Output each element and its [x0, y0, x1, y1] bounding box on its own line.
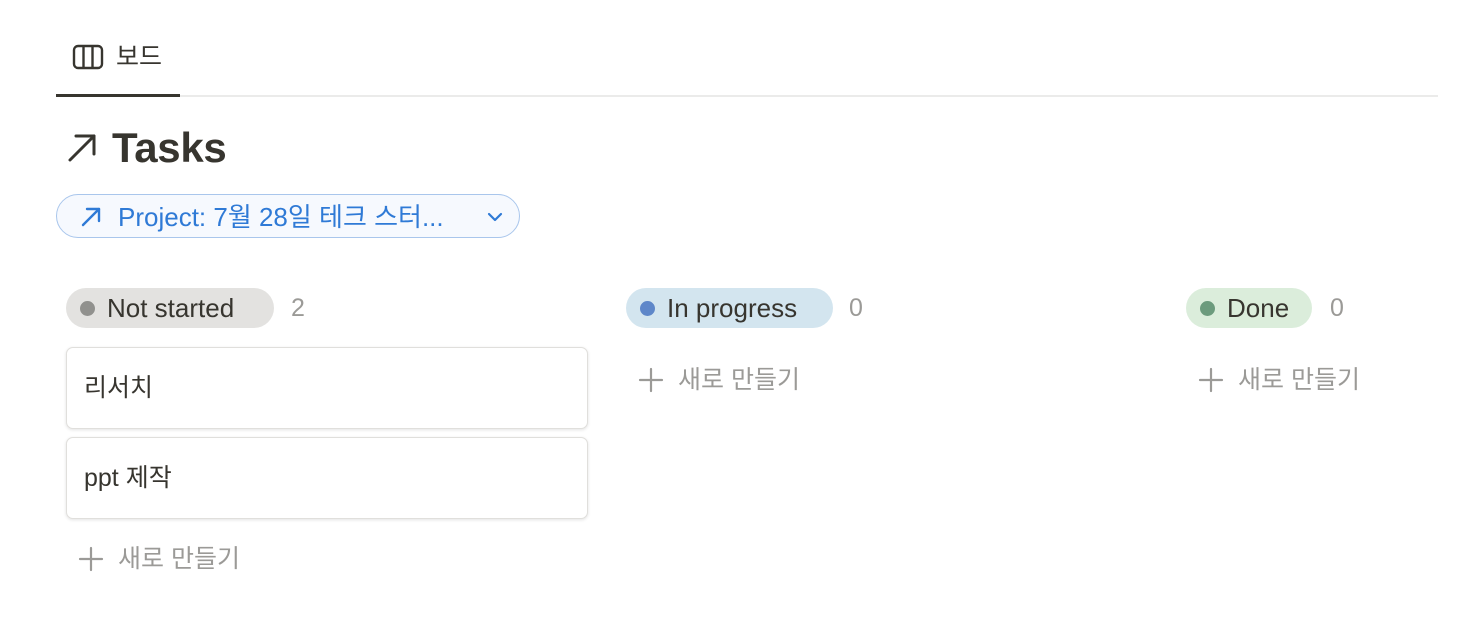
status-dot	[1200, 300, 1215, 316]
new-card-label: 새로 만들기	[1238, 366, 1360, 394]
filter-label: Project: 7월 28일 테크 스터...	[118, 202, 444, 232]
status-label: Done	[1227, 293, 1290, 323]
board-columns-icon	[72, 44, 104, 70]
board-card[interactable]: ppt 제작	[66, 437, 588, 519]
tab-label: 보드	[116, 43, 163, 71]
view-tab-bar: 보드	[56, 0, 1438, 97]
plus-icon	[638, 367, 664, 393]
database-title-row: Tasks	[64, 120, 227, 176]
column-count: 0	[849, 294, 863, 322]
status-badge[interactable]: In progress	[626, 288, 833, 328]
column-count: 0	[1330, 294, 1344, 322]
project-filter-button[interactable]: Project: 7월 28일 테크 스터...	[56, 194, 520, 238]
new-card-button[interactable]: 새로 만들기	[638, 360, 800, 400]
status-badge[interactable]: Done	[1186, 288, 1312, 328]
status-dot	[80, 300, 95, 316]
board-column-in-progress: In progress 0 새로 만들기	[626, 286, 1148, 394]
new-card-button[interactable]: 새로 만들기	[78, 539, 240, 579]
new-card-label: 새로 만들기	[678, 366, 800, 394]
status-label: Not started	[107, 293, 235, 323]
board-card[interactable]: 리서치	[66, 347, 588, 429]
board-page: 보드 Tasks Project: 7월 28일 테크 스터... Not st…	[0, 0, 1484, 636]
card-title: ppt 제작	[84, 464, 172, 492]
board-column-done: Done 0 새로 만들기	[1186, 286, 1456, 394]
status-badge[interactable]: Not started	[66, 288, 274, 328]
chevron-down-icon	[487, 212, 503, 222]
column-count: 2	[291, 294, 305, 322]
column-header: Not started 2	[66, 286, 588, 330]
plus-icon	[1198, 367, 1224, 393]
arrow-up-right-icon	[81, 207, 101, 227]
tab-board-view[interactable]: 보드	[56, 34, 180, 97]
status-label: In progress	[667, 293, 798, 323]
card-title: 리서치	[84, 374, 154, 402]
column-header: Done 0	[1186, 286, 1456, 330]
board-column-not-started: Not started 2 리서치 ppt 제작 새로 만들기	[66, 286, 588, 573]
status-dot	[640, 300, 655, 316]
plus-icon	[78, 546, 104, 572]
new-card-button[interactable]: 새로 만들기	[1198, 360, 1360, 400]
column-header: In progress 0	[626, 286, 1148, 330]
new-card-label: 새로 만들기	[118, 545, 240, 573]
database-title[interactable]: Tasks	[112, 120, 227, 176]
arrow-up-right-icon	[68, 134, 96, 162]
